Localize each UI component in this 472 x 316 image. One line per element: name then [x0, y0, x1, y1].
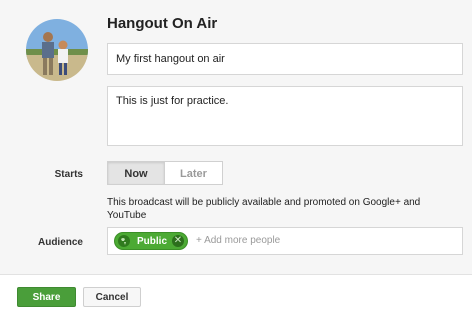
profile-photo-icon	[26, 19, 88, 81]
audience-input[interactable]: Public ✕ + Add more people	[107, 227, 463, 255]
chip-label: Public	[137, 236, 168, 247]
hangout-description-input[interactable]: This is just for practice.	[107, 86, 463, 146]
starts-toggle: Now Later	[107, 161, 223, 185]
broadcast-notice: This broadcast will be publicly availabl…	[107, 197, 421, 221]
starts-label: Starts	[54, 169, 83, 180]
audience-chip-public[interactable]: Public ✕	[114, 232, 188, 250]
audience-label: Audience	[37, 237, 83, 248]
share-button[interactable]: Share	[17, 287, 76, 307]
dialog-body: Hangout On Air My first hangout on air T…	[0, 0, 472, 274]
close-icon[interactable]: ✕	[172, 235, 184, 247]
cancel-button[interactable]: Cancel	[83, 287, 141, 307]
globe-icon	[118, 235, 130, 247]
hangout-dialog: Hangout On Air My first hangout on air T…	[0, 0, 472, 316]
starts-now-button[interactable]: Now	[107, 161, 165, 185]
add-more-people-placeholder: + Add more people	[196, 235, 281, 246]
starts-later-button[interactable]: Later	[165, 161, 223, 185]
dialog-title: Hangout On Air	[107, 15, 218, 32]
hangout-name-input[interactable]: My first hangout on air	[107, 43, 463, 75]
avatar	[26, 19, 88, 81]
